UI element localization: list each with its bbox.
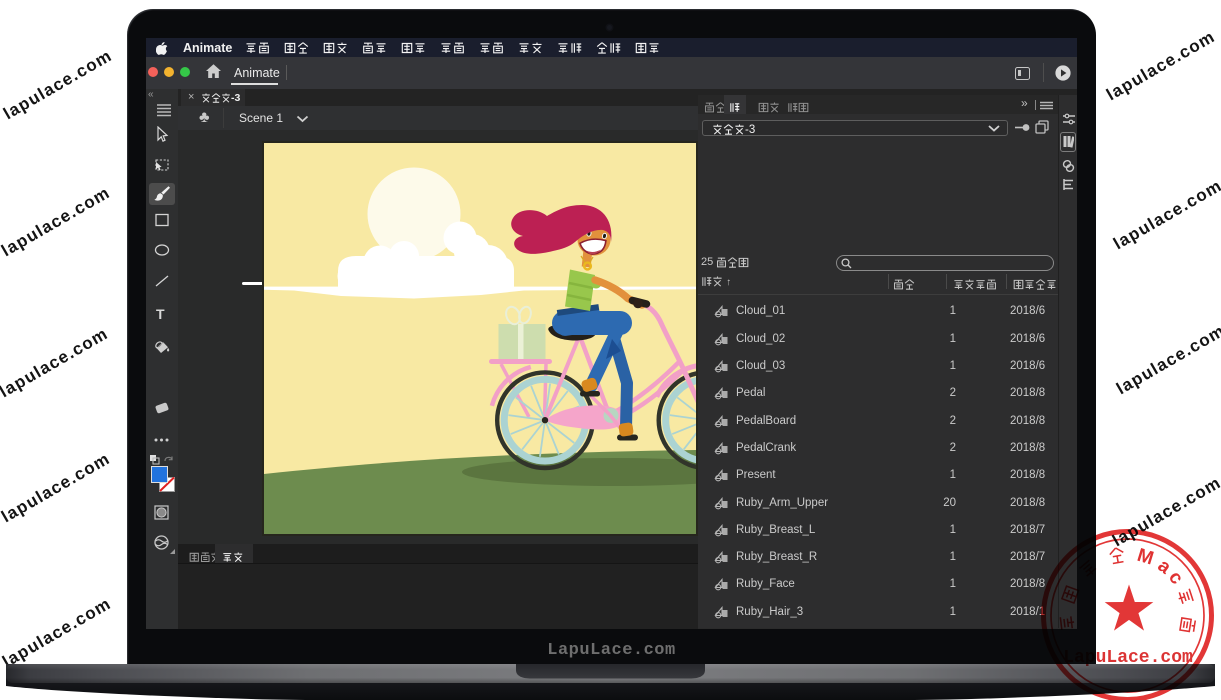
svg-text:M: M [1135, 545, 1156, 570]
svg-text:LapuLace.com: LapuLace.com [1063, 648, 1193, 668]
